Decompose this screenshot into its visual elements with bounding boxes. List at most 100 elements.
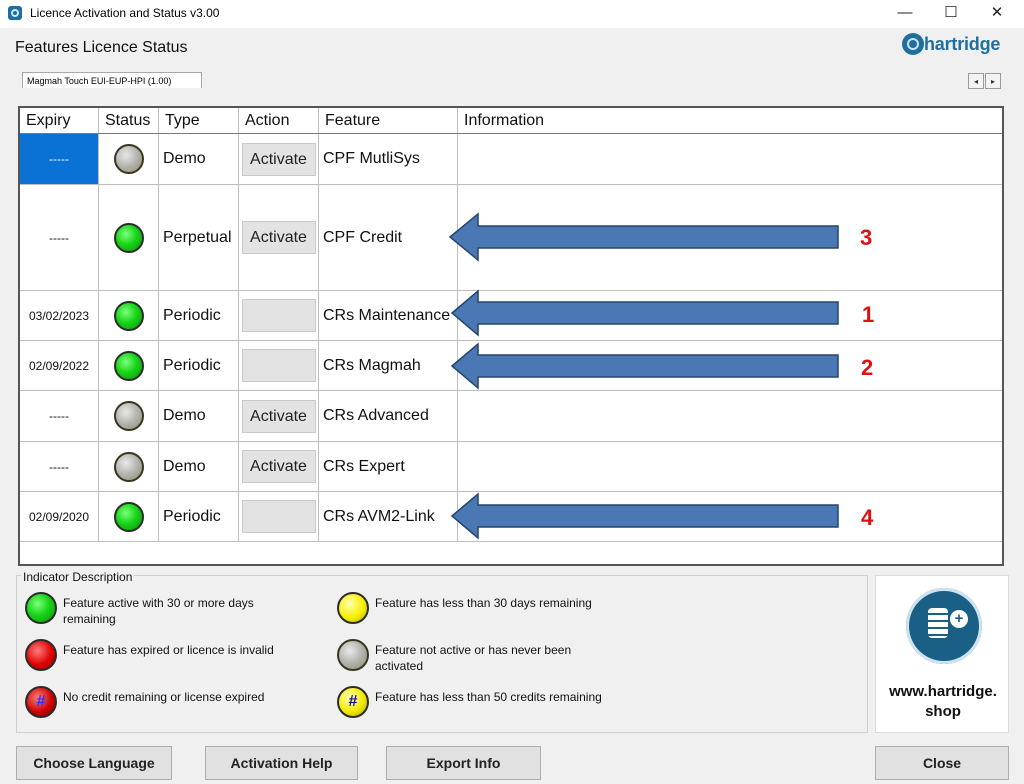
table-row[interactable]: ----- Demo Activate CPF MutliSys bbox=[20, 134, 1002, 185]
minimize-button[interactable]: — bbox=[882, 2, 928, 26]
hartridge-shop-link[interactable]: www.hartridge. shop bbox=[875, 575, 1009, 733]
export-info-button[interactable]: Export Info bbox=[386, 746, 541, 780]
status-cell bbox=[99, 492, 159, 541]
expiry-cell: ----- bbox=[20, 442, 99, 491]
legend-text: Feature active with 30 or more days rema… bbox=[63, 596, 254, 626]
status-grey-indicator-icon bbox=[113, 144, 144, 174]
expiry-cell: 02/09/2022 bbox=[20, 341, 99, 390]
expiry-cell: ----- bbox=[20, 185, 99, 290]
column-header-status[interactable]: Status bbox=[99, 108, 159, 133]
type-cell: Demo bbox=[159, 134, 239, 184]
expiry-cell: 02/09/2020 bbox=[20, 492, 99, 541]
legend-item-yellow-hash: # Feature has less than 50 credits remai… bbox=[337, 686, 637, 718]
status-cell bbox=[99, 291, 159, 340]
action-cell: Activate bbox=[239, 134, 319, 184]
information-cell bbox=[458, 134, 1002, 184]
status-green-indicator-icon bbox=[113, 350, 144, 381]
column-header-information[interactable]: Information bbox=[458, 108, 1002, 133]
page-title: Features Licence Status bbox=[15, 39, 188, 56]
legend-text: Feature not active or has never been act… bbox=[375, 643, 572, 673]
information-cell bbox=[458, 291, 1002, 340]
activation-help-button[interactable]: Activation Help bbox=[205, 746, 358, 780]
green-indicator-icon bbox=[25, 592, 57, 624]
shop-url-line2: shop bbox=[925, 703, 961, 720]
hartridge-logo-icon bbox=[902, 33, 924, 55]
column-header-feature[interactable]: Feature bbox=[319, 108, 458, 133]
red-indicator-icon bbox=[25, 639, 57, 671]
information-cell bbox=[458, 492, 1002, 541]
hartridge-logo-text: hartridge bbox=[924, 34, 1001, 54]
coins-plus-icon bbox=[906, 588, 982, 664]
status-green-indicator-icon bbox=[113, 501, 144, 532]
grey-indicator-icon bbox=[337, 639, 369, 671]
table-row[interactable]: 02/09/2020 Periodic CRs AVM2-Link bbox=[20, 492, 1002, 542]
legend-item-grey: Feature not active or has never been act… bbox=[337, 639, 637, 674]
action-cell: Activate bbox=[239, 442, 319, 491]
table-row[interactable]: 03/02/2023 Periodic CRs Maintenance bbox=[20, 291, 1002, 341]
legend-item-yellow: Feature has less than 30 days remaining bbox=[337, 592, 637, 624]
action-cell: Activate bbox=[239, 185, 319, 290]
legend-text: Feature has less than 30 days remaining bbox=[375, 596, 592, 610]
legend-text: Feature has expired or licence is invali… bbox=[63, 643, 274, 657]
type-cell: Periodic bbox=[159, 341, 239, 390]
feature-cell: CPF Credit bbox=[319, 185, 458, 290]
feature-cell: CRs AVM2-Link bbox=[319, 492, 458, 541]
features-table: Expiry Status Type Action Feature Inform… bbox=[18, 106, 1004, 566]
shop-url-line1: www.hartridge. bbox=[889, 683, 997, 700]
annotation-number-2: 2 bbox=[861, 355, 874, 380]
expiry-cell: 03/02/2023 bbox=[20, 291, 99, 340]
expiry-cell: ----- bbox=[20, 391, 99, 441]
type-cell: Periodic bbox=[159, 492, 239, 541]
column-header-type[interactable]: Type bbox=[159, 108, 239, 133]
type-cell: Perpetual bbox=[159, 185, 239, 290]
type-cell: Demo bbox=[159, 442, 239, 491]
table-row[interactable]: 02/09/2022 Periodic CRs Magmah bbox=[20, 341, 1002, 391]
action-button-disabled bbox=[241, 349, 316, 382]
status-green-indicator-icon bbox=[113, 300, 144, 331]
yellow-indicator-icon bbox=[337, 592, 369, 624]
type-cell: Demo bbox=[159, 391, 239, 441]
choose-language-button[interactable]: Choose Language bbox=[16, 746, 172, 780]
information-cell bbox=[458, 442, 1002, 491]
tab-magmah-touch[interactable]: Magmah Touch EUI-EUP-HPI (1.00) bbox=[22, 72, 202, 88]
action-cell bbox=[239, 492, 319, 541]
status-cell bbox=[99, 134, 159, 184]
information-cell bbox=[458, 391, 1002, 441]
annotation-number-4: 4 bbox=[861, 505, 874, 530]
table-row[interactable]: ----- Demo Activate CRs Expert bbox=[20, 442, 1002, 492]
column-header-expiry[interactable]: Expiry bbox=[20, 108, 99, 133]
activate-button[interactable]: Activate bbox=[241, 450, 316, 483]
legend-item-red-hash: # No credit remaining or license expired bbox=[25, 686, 325, 718]
tab-scroll-right-button[interactable]: ▸ bbox=[985, 73, 1001, 89]
activate-button[interactable]: Activate bbox=[241, 221, 316, 254]
app-icon bbox=[8, 6, 22, 20]
maximize-button[interactable]: ☐ bbox=[928, 2, 974, 26]
column-header-action[interactable]: Action bbox=[239, 108, 319, 133]
activate-button[interactable]: Activate bbox=[241, 142, 316, 176]
action-button-disabled bbox=[241, 500, 316, 533]
activate-button[interactable]: Activate bbox=[241, 399, 316, 433]
legend-text: No credit remaining or license expired bbox=[63, 690, 265, 704]
status-cell bbox=[99, 391, 159, 441]
status-cell bbox=[99, 185, 159, 290]
status-cell bbox=[99, 442, 159, 491]
shop-url: www.hartridge. shop bbox=[876, 682, 1010, 722]
table-row[interactable]: ----- Perpetual Activate CPF Credit bbox=[20, 185, 1002, 291]
legend-item-green: Feature active with 30 or more days rema… bbox=[25, 592, 325, 627]
red-hash-indicator-icon: # bbox=[25, 686, 57, 718]
feature-cell: CRs Maintenance bbox=[319, 291, 458, 340]
table-row[interactable]: ----- Demo Activate CRs Advanced bbox=[20, 391, 1002, 442]
status-grey-indicator-icon bbox=[113, 451, 144, 482]
status-green-indicator-icon bbox=[113, 222, 144, 253]
close-button[interactable]: Close bbox=[875, 746, 1009, 780]
yellow-hash-indicator-icon: # bbox=[337, 686, 369, 718]
close-window-button[interactable]: ✕ bbox=[974, 2, 1020, 26]
legend-item-red: Feature has expired or licence is invali… bbox=[25, 639, 325, 671]
status-grey-indicator-icon bbox=[113, 401, 144, 431]
window-title: Licence Activation and Status v3.00 bbox=[30, 6, 220, 20]
information-cell bbox=[458, 185, 1002, 290]
expiry-cell: ----- bbox=[20, 134, 99, 184]
legend-text: Feature has less than 50 credits remaini… bbox=[375, 690, 602, 704]
tab-scroll-left-button[interactable]: ◂ bbox=[968, 73, 984, 89]
feature-cell: CRs Magmah bbox=[319, 341, 458, 390]
